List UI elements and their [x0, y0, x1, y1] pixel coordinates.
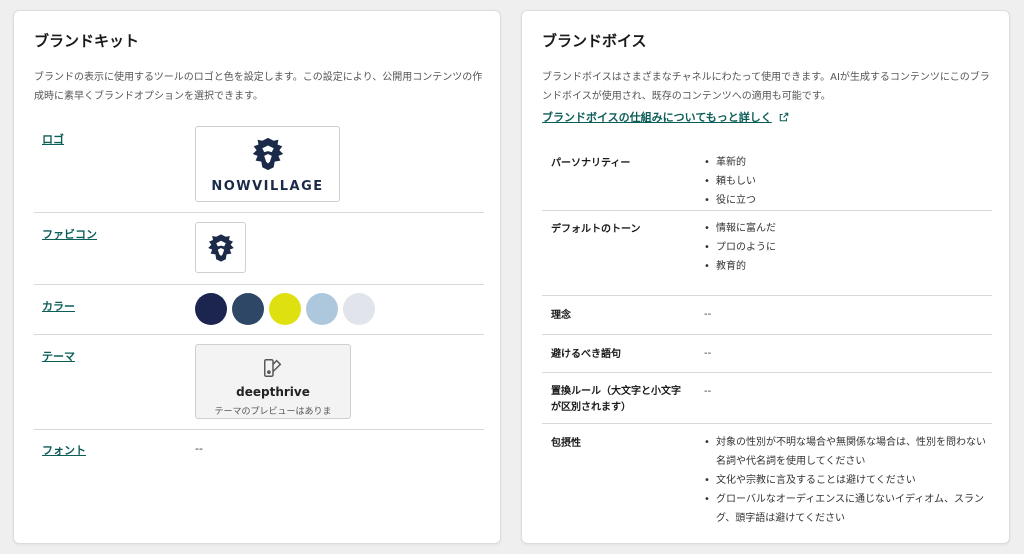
personality-label: パーソナリティー — [551, 158, 631, 169]
replacement-rules-label: 置換ルール（大文字と小文字が区別されます） — [551, 386, 681, 413]
list-item: 頼もしい — [704, 172, 989, 191]
inclusivity-row: 包摂性 対象の性別が不明な場合や無関係な場合は、性別を問わない名詞や代名詞を使用… — [542, 424, 992, 534]
color-swatches — [195, 293, 375, 325]
color-swatch[interactable] — [306, 293, 338, 325]
favicon-link[interactable]: ファビコン — [42, 226, 97, 242]
brand-kit-card: ブランドキット ブランドの表示に使用するツールのロゴと色を設定します。この設定に… — [13, 10, 501, 544]
inclusivity-list: 対象の性別が不明な場合や無関係な場合は、性別を問わない名詞や代名詞を使用してくだ… — [704, 433, 989, 528]
list-item: 対象の性別が不明な場合や無関係な場合は、性別を問わない名詞や代名詞を使用してくだ… — [704, 433, 989, 471]
color-swatch[interactable] — [232, 293, 264, 325]
font-value: -- — [195, 442, 203, 455]
theme-preview-note: テーマのプレビューはありま — [214, 407, 332, 417]
philosophy-label: 理念 — [551, 310, 571, 321]
list-item: グローバルなオーディエンスに通じないイディオム、スラング、頭字語は避けてください — [704, 490, 989, 528]
theme-link[interactable]: テーマ — [42, 348, 75, 364]
theme-preview[interactable]: deepthrive テーマのプレビューはありま — [195, 344, 351, 419]
learn-more-link[interactable]: ブランドボイスの仕組みについてもっと詳しく — [542, 111, 772, 124]
replacement-rules-value: -- — [704, 386, 712, 397]
philosophy-value: -- — [704, 309, 712, 320]
inclusivity-label: 包摂性 — [551, 438, 581, 449]
brand-voice-title: ブランドボイス — [542, 32, 647, 50]
default-tone-label: デフォルトのトーン — [551, 224, 641, 235]
list-item: 情報に富んだ — [704, 219, 989, 238]
personality-row: パーソナリティー 革新的 頼もしい 役に立つ — [542, 142, 992, 211]
external-link-icon — [779, 112, 789, 122]
theme-swatch-icon — [264, 359, 282, 377]
brand-kit-title: ブランドキット — [34, 32, 140, 50]
favicon-preview[interactable] — [195, 222, 246, 273]
lion-head-icon — [207, 233, 234, 262]
philosophy-row: 理念 -- — [542, 296, 992, 335]
font-row: フォント -- — [34, 430, 484, 470]
color-link[interactable]: カラー — [42, 298, 75, 314]
personality-list: 革新的 頼もしい 役に立つ — [704, 153, 989, 210]
list-item: プロのように — [704, 238, 989, 257]
color-row: カラー — [34, 285, 484, 335]
font-link[interactable]: フォント — [42, 442, 86, 458]
avoid-phrases-label: 避けるべき語句 — [551, 349, 621, 360]
favicon-row: ファビコン — [34, 213, 484, 285]
logo-wordmark: NOWVILLAGE — [211, 178, 324, 194]
list-item: 役に立つ — [704, 191, 989, 210]
logo-preview[interactable]: NOWVILLAGE — [195, 126, 340, 202]
default-tone-row: デフォルトのトーン 情報に富んだ プロのように 教育的 — [542, 211, 992, 296]
theme-row: テーマ deepthrive テーマのプレビューはありま — [34, 335, 484, 430]
list-item: 教育的 — [704, 257, 989, 276]
logo-link[interactable]: ロゴ — [42, 131, 64, 147]
list-item: 革新的 — [704, 153, 989, 172]
default-tone-list: 情報に富んだ プロのように 教育的 — [704, 219, 989, 276]
color-swatch[interactable] — [195, 293, 227, 325]
avoid-phrases-row: 避けるべき語句 -- — [542, 335, 992, 373]
replacement-rules-row: 置換ルール（大文字と小文字が区別されます） -- — [542, 373, 992, 424]
brand-kit-description: ブランドの表示に使用するツールのロゴと色を設定します。この設定により、公開用コン… — [34, 72, 483, 102]
color-swatch[interactable] — [269, 293, 301, 325]
lion-head-icon — [252, 137, 283, 170]
logo-row: ロゴ NOWVILLAGE — [34, 120, 484, 213]
brand-voice-card: ブランドボイス ブランドボイスはさまざまなチャネルにわたって使用できます。AIが… — [521, 10, 1010, 544]
color-swatch[interactable] — [343, 293, 375, 325]
brand-voice-description: ブランドボイスはさまざまなチャネルにわたって使用できます。AIが生成するコンテン… — [542, 72, 990, 102]
avoid-phrases-value: -- — [704, 348, 712, 359]
list-item: 文化や宗教に言及することは避けてください — [704, 471, 989, 490]
theme-name: deepthrive — [236, 385, 310, 399]
